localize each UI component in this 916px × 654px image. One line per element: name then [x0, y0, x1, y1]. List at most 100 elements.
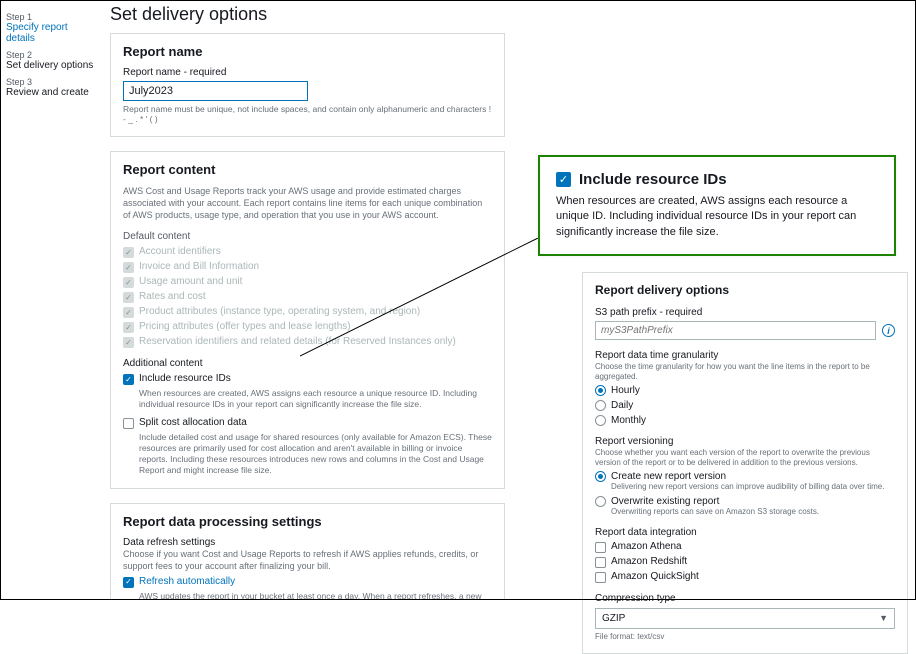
step-1-label: Step 1: [6, 12, 94, 22]
refresh-auto-label: Refresh automatically: [139, 576, 235, 587]
integration-title: Report data integration: [595, 527, 895, 538]
versioning-create-row[interactable]: Create new report version: [595, 471, 895, 482]
versioning-create-radio[interactable]: [595, 471, 606, 482]
default-content-label: Product attributes (instance type, opera…: [139, 306, 420, 317]
report-name-input[interactable]: [123, 81, 308, 101]
split-cost-checkbox[interactable]: [123, 418, 134, 429]
compression-hint: File format: text/csv: [595, 632, 895, 642]
default-content-label: Pricing attributes (offer types and leas…: [139, 321, 351, 332]
include-resource-ids-checkbox[interactable]: [123, 374, 134, 385]
granularity-radio[interactable]: [595, 415, 606, 426]
report-name-heading: Report name: [123, 44, 492, 59]
versioning-overwrite-radio[interactable]: [595, 496, 606, 507]
refresh-auto-row[interactable]: Refresh automatically: [123, 576, 492, 588]
refresh-title: Data refresh settings: [123, 537, 492, 548]
split-cost-label: Split cost allocation data: [139, 417, 247, 428]
refresh-desc: Choose if you want Cost and Usage Report…: [123, 548, 492, 572]
granularity-title: Report data time granularity: [595, 350, 895, 361]
default-content-label: Account identifiers: [139, 246, 221, 257]
report-content-desc: AWS Cost and Usage Reports track your AW…: [123, 185, 492, 221]
default-content-item: Account identifiers: [123, 246, 492, 258]
default-content-label: Usage amount and unit: [139, 276, 242, 287]
default-content-label: Invoice and Bill Information: [139, 261, 259, 272]
versioning-overwrite-label: Overwrite existing report: [611, 496, 719, 507]
delivery-heading: Report delivery options: [595, 283, 895, 297]
default-content-label: Default content: [123, 231, 492, 242]
default-checkbox: [123, 307, 134, 318]
versioning-create-label: Create new report version: [611, 471, 726, 482]
step-1-title[interactable]: Specify report details: [6, 22, 94, 44]
default-checkbox: [123, 262, 134, 273]
integration-checkbox[interactable]: [595, 557, 606, 568]
compression-value: GZIP: [602, 613, 625, 624]
default-checkbox: [123, 292, 134, 303]
step-2-title[interactable]: Set delivery options: [6, 60, 94, 71]
report-name-field-label: Report name - required: [123, 67, 492, 78]
split-cost-row[interactable]: Split cost allocation data: [123, 417, 492, 429]
report-content-panel: Report content AWS Cost and Usage Report…: [110, 151, 505, 489]
default-content-item: Pricing attributes (offer types and leas…: [123, 321, 492, 333]
default-content-label: Rates and cost: [139, 291, 206, 302]
default-checkbox: [123, 337, 134, 348]
granularity-option[interactable]: Daily: [595, 400, 895, 411]
s3-prefix-input[interactable]: [595, 321, 876, 340]
default-content-item: Rates and cost: [123, 291, 492, 303]
versioning-create-hint: Delivering new report versions can impro…: [611, 482, 895, 492]
granularity-hint: Choose the time granularity for how you …: [595, 362, 895, 381]
default-content-label: Reservation identifiers and related deta…: [139, 336, 456, 347]
compression-title: Compression type: [595, 593, 895, 604]
additional-content-label: Additional content: [123, 358, 492, 369]
step-3-title[interactable]: Review and create: [6, 87, 94, 98]
split-cost-desc: Include detailed cost and usage for shar…: [139, 432, 492, 476]
granularity-radio[interactable]: [595, 400, 606, 411]
step-3-label: Step 3: [6, 77, 94, 87]
versioning-title: Report versioning: [595, 436, 895, 447]
refresh-auto-checkbox[interactable]: [123, 577, 134, 588]
caret-down-icon: ▼: [879, 613, 888, 623]
granularity-label: Monthly: [611, 415, 646, 426]
default-content-item: Usage amount and unit: [123, 276, 492, 288]
integration-label: Amazon Redshift: [611, 556, 687, 567]
processing-panel: Report data processing settings Data ref…: [110, 503, 505, 600]
versioning-hint: Choose whether you want each version of …: [595, 448, 895, 467]
versioning-overwrite-hint: Overwriting reports can save on Amazon S…: [611, 507, 895, 517]
callout-title: Include resource IDs: [579, 171, 727, 188]
include-resource-ids-row[interactable]: Include resource IDs: [123, 373, 492, 385]
granularity-label: Hourly: [611, 385, 640, 396]
integration-option[interactable]: Amazon Athena: [595, 541, 895, 553]
default-checkbox: [123, 277, 134, 288]
default-content-item: Reservation identifiers and related deta…: [123, 336, 492, 348]
page-title: Set delivery options: [110, 4, 906, 25]
default-content-item: Product attributes (instance type, opera…: [123, 306, 492, 318]
integration-label: Amazon QuickSight: [611, 571, 699, 582]
integration-checkbox[interactable]: [595, 542, 606, 553]
granularity-option[interactable]: Hourly: [595, 385, 895, 396]
default-checkbox: [123, 322, 134, 333]
versioning-overwrite-row[interactable]: Overwrite existing report: [595, 496, 895, 507]
report-name-hint: Report name must be unique, not include …: [123, 104, 492, 124]
integration-checkbox[interactable]: [595, 572, 606, 583]
integration-label: Amazon Athena: [611, 541, 682, 552]
s3-prefix-label: S3 path prefix - required: [595, 307, 895, 318]
granularity-radio[interactable]: [595, 385, 606, 396]
report-name-panel: Report name Report name - required Repor…: [110, 33, 505, 137]
info-icon[interactable]: i: [882, 324, 895, 337]
processing-heading: Report data processing settings: [123, 514, 492, 529]
wizard-sidebar: Step 1 Specify report details Step 2 Set…: [0, 0, 100, 600]
report-content-heading: Report content: [123, 162, 492, 177]
integration-option[interactable]: Amazon Redshift: [595, 556, 895, 568]
integration-option[interactable]: Amazon QuickSight: [595, 571, 895, 583]
default-content-item: Invoice and Bill Information: [123, 261, 492, 273]
default-checkbox: [123, 247, 134, 258]
callout-include-resource-ids: ✓ Include resource IDs When resources ar…: [538, 155, 896, 256]
callout-text: When resources are created, AWS assigns …: [556, 194, 878, 240]
refresh-auto-desc: AWS updates the report in your bucket at…: [139, 591, 492, 600]
step-2-label: Step 2: [6, 50, 94, 60]
callout-checkbox-icon: ✓: [556, 172, 571, 187]
include-resource-ids-desc: When resources are created, AWS assigns …: [139, 388, 492, 410]
include-resource-ids-label: Include resource IDs: [139, 373, 231, 384]
granularity-label: Daily: [611, 400, 633, 411]
compression-select[interactable]: GZIP ▼: [595, 608, 895, 629]
delivery-options-panel: Report delivery options S3 path prefix -…: [582, 272, 908, 654]
granularity-option[interactable]: Monthly: [595, 415, 895, 426]
